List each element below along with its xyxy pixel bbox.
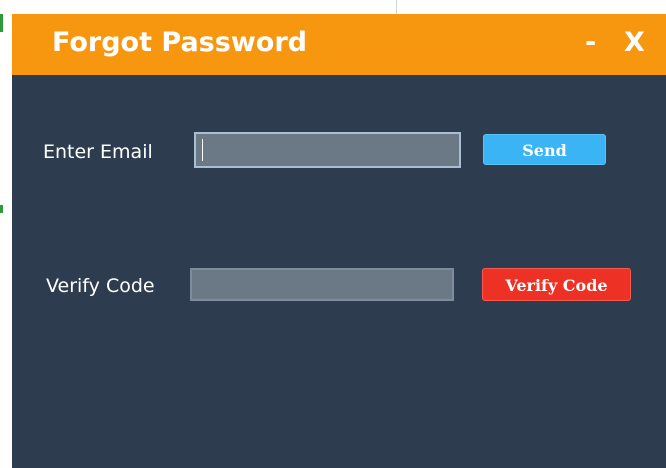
- verify-code-label: Verify Code: [46, 275, 155, 297]
- background-mark: [0, 14, 3, 32]
- background-mark: [0, 205, 3, 213]
- verify-code-input[interactable]: [190, 268, 454, 301]
- dialog-title: Forgot Password: [52, 27, 307, 58]
- title-bar: Forgot Password - X: [12, 14, 666, 75]
- background-strip-left: [0, 0, 12, 468]
- background-strip-top: [0, 0, 666, 14]
- email-label: Enter Email: [43, 141, 153, 163]
- email-input[interactable]: [194, 132, 461, 168]
- text-caret: [202, 139, 203, 161]
- forgot-password-dialog: Forgot Password - X Enter Email Send Ver…: [12, 14, 666, 468]
- minimize-button[interactable]: -: [585, 27, 596, 59]
- send-button[interactable]: Send: [483, 134, 606, 165]
- background-divider: [396, 0, 397, 14]
- verify-code-button[interactable]: Verify Code: [482, 268, 631, 301]
- close-button[interactable]: X: [624, 27, 645, 59]
